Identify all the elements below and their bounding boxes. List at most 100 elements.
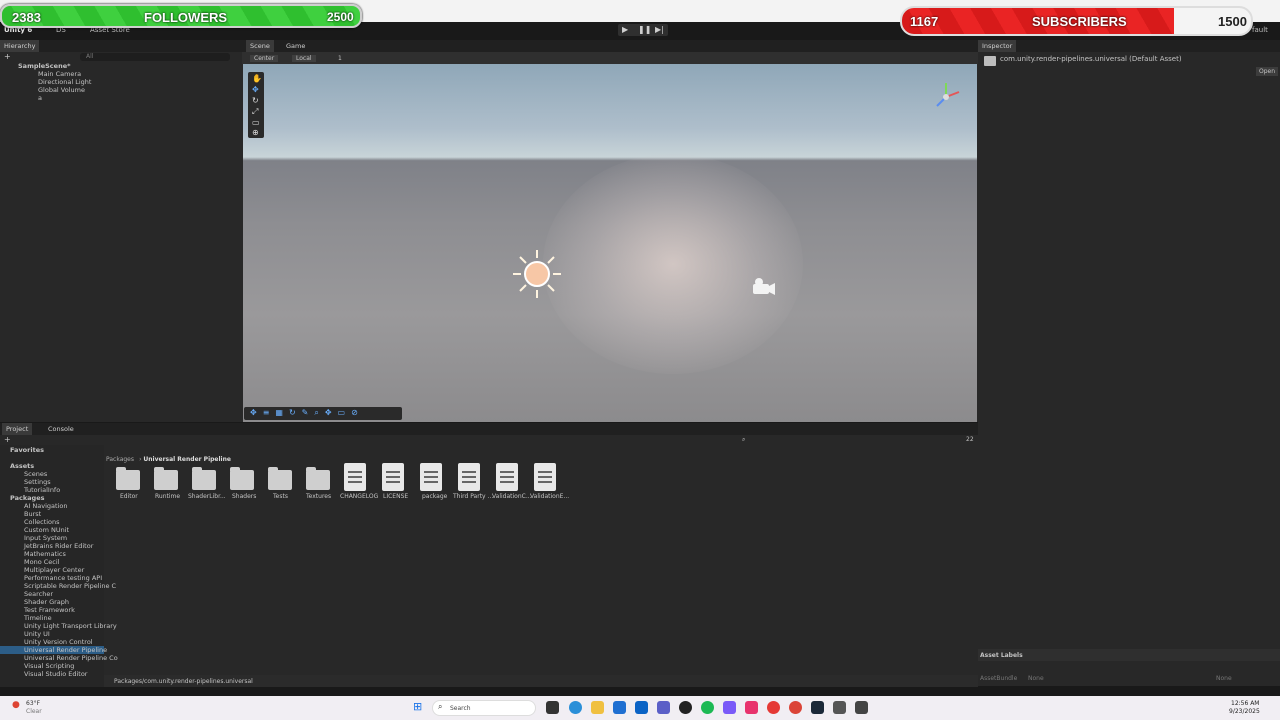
tab-game[interactable]: Game <box>282 40 309 52</box>
scale-tool-icon[interactable]: ⤢ <box>252 107 258 117</box>
asset-file[interactable] <box>420 463 444 493</box>
tab-hierarchy[interactable]: Hierarchy <box>0 40 40 52</box>
tree-item[interactable]: AI Navigation <box>24 502 68 510</box>
hierarchy-item[interactable]: Global Volume <box>38 86 85 94</box>
tree-item[interactable]: Burst <box>24 510 41 518</box>
hierarchy-item[interactable]: a <box>38 94 42 102</box>
edge-icon[interactable] <box>569 701 582 714</box>
weather-icon[interactable]: ● <box>12 700 20 710</box>
settings-gear-icon[interactable] <box>833 701 846 714</box>
chrome-icon[interactable] <box>789 701 802 714</box>
inspector-asset-name: com.unity.render-pipelines.universal (De… <box>1000 55 1182 63</box>
store-icon[interactable] <box>613 701 626 714</box>
hierarchy-search-input[interactable]: All <box>80 53 230 61</box>
step-button[interactable]: ▶| <box>655 25 664 34</box>
scene-root[interactable]: SampleScene* <box>18 62 71 70</box>
layout-dropdown[interactable]: fault <box>1252 26 1268 34</box>
tree-item[interactable]: Unity UI <box>24 630 50 638</box>
tree-item-selected[interactable]: Universal Render Pipeline <box>0 646 107 654</box>
tree-item[interactable]: Scriptable Render Pipeline C <box>24 582 116 590</box>
move-tool-icon[interactable]: ✥ <box>252 85 259 94</box>
pause-button[interactable]: ❚❚ <box>638 25 651 34</box>
favorites-node[interactable]: Favorites <box>10 446 44 454</box>
orientation-gizmo-icon[interactable] <box>929 80 963 114</box>
tree-item[interactable]: Shader Graph <box>24 598 69 606</box>
tab-console[interactable]: Console <box>44 423 78 435</box>
tree-item[interactable]: Test Framework <box>24 606 75 614</box>
discord-icon[interactable] <box>723 701 736 714</box>
windows-taskbar: ● 63°F Clear ⊞ ⌕ Search 12:56 AM 9/23/20… <box>0 696 1280 720</box>
asset-file[interactable] <box>382 463 406 493</box>
scene-viewport[interactable]: ✋ ✥ ↻ ⤢ ▭ ⊕ ✥≡▦↻✎⌕✥▭⊘ <box>243 64 977 422</box>
file-explorer-icon[interactable] <box>591 701 604 714</box>
pivot-dropdown[interactable]: Center <box>250 55 279 62</box>
rect-tool-icon[interactable]: ▭ <box>252 118 260 127</box>
file-label: ValidationC... <box>492 493 532 500</box>
space-dropdown[interactable]: Local <box>292 55 316 62</box>
overlay-tools-icon[interactable]: ✥≡▦↻✎⌕✥▭⊘ <box>250 408 364 418</box>
unity-hub-icon[interactable] <box>855 701 868 714</box>
weather-desc: Clear <box>26 708 42 715</box>
packages-node[interactable]: Packages <box>10 494 44 502</box>
tree-item[interactable]: Universal Render Pipeline Co <box>24 654 118 662</box>
tiktok-icon[interactable] <box>745 701 758 714</box>
tab-inspector[interactable]: Inspector <box>978 40 1017 52</box>
add-icon[interactable]: + <box>4 52 11 61</box>
tree-item[interactable]: Mono Cecil <box>24 558 59 566</box>
tree-item[interactable]: Collections <box>24 518 60 526</box>
scene-bottom-overlay: ✥≡▦↻✎⌕✥▭⊘ <box>244 407 402 420</box>
tree-item[interactable]: Scenes <box>24 470 47 478</box>
breadcrumb-packages[interactable]: Packages <box>106 456 134 463</box>
tree-item[interactable]: Custom NUnit <box>24 526 69 534</box>
open-button[interactable]: Open <box>1256 67 1279 76</box>
camera-icon[interactable] <box>751 276 777 298</box>
tree-item[interactable]: Performance testing API <box>24 574 102 582</box>
add-icon[interactable]: + <box>4 435 11 444</box>
asset-file[interactable] <box>344 463 368 493</box>
outlook-icon[interactable] <box>635 701 648 714</box>
asset-file[interactable] <box>458 463 482 493</box>
tree-item[interactable]: Unity Version Control <box>24 638 93 646</box>
windows-start-icon[interactable]: ⊞ <box>413 700 422 713</box>
assetbundle-dropdown[interactable]: None <box>1028 675 1044 682</box>
directional-light-icon[interactable] <box>511 248 563 300</box>
teams-icon[interactable] <box>657 701 670 714</box>
spotify-icon[interactable] <box>701 701 714 714</box>
tree-item[interactable]: Visual Scripting <box>24 662 74 670</box>
tree-item[interactable]: Input System <box>24 534 67 542</box>
assets-node[interactable]: Assets <box>10 462 34 470</box>
transform-tool-icon[interactable]: ⊕ <box>252 128 259 137</box>
recorder-icon[interactable] <box>767 701 780 714</box>
tree-item[interactable]: Searcher <box>24 590 53 598</box>
tree-item[interactable]: Timeline <box>24 614 52 622</box>
taskbar-search[interactable]: ⌕ Search <box>432 700 536 716</box>
search-icon[interactable]: ⌕ <box>742 436 745 444</box>
tab-scene[interactable]: Scene <box>246 40 274 52</box>
tree-item[interactable]: TutorialInfo <box>24 486 60 494</box>
tree-item[interactable]: Multiplayer Center <box>24 566 84 574</box>
tab-project[interactable]: Project <box>2 423 33 435</box>
hand-tool-icon[interactable]: ✋ <box>252 74 262 83</box>
project-tree: Favorites Assets Scenes Settings Tutoria… <box>0 445 118 687</box>
variant-dropdown[interactable]: None <box>1216 675 1232 682</box>
tree-item[interactable]: Settings <box>24 478 51 486</box>
steam-icon[interactable] <box>811 701 824 714</box>
tree-item[interactable]: Unity Light Transport Library <box>24 622 117 630</box>
hierarchy-item[interactable]: Main Camera <box>38 70 81 78</box>
task-view-icon[interactable] <box>546 701 559 714</box>
clock-date[interactable]: 9/23/2025 <box>1229 708 1260 715</box>
tree-item[interactable]: JetBrains Rider Editor <box>24 542 93 550</box>
tree-item[interactable]: Mathematics <box>24 550 66 558</box>
file-label: package <box>422 493 448 500</box>
scene-tabs: Scene Game <box>242 40 978 52</box>
grid-snap-value[interactable]: 1 <box>338 55 342 62</box>
rotate-tool-icon[interactable]: ↻ <box>252 96 259 105</box>
breadcrumb-urp[interactable]: Universal Render Pipeline <box>143 456 231 463</box>
hierarchy-item[interactable]: Directional Light <box>38 78 91 86</box>
tree-item[interactable]: Visual Studio Editor <box>24 670 87 678</box>
play-button[interactable]: ▶ <box>622 25 628 34</box>
github-icon[interactable] <box>679 701 692 714</box>
asset-file[interactable] <box>534 463 558 493</box>
clock-time[interactable]: 12:56 AM <box>1231 700 1259 707</box>
asset-file[interactable] <box>496 463 520 493</box>
